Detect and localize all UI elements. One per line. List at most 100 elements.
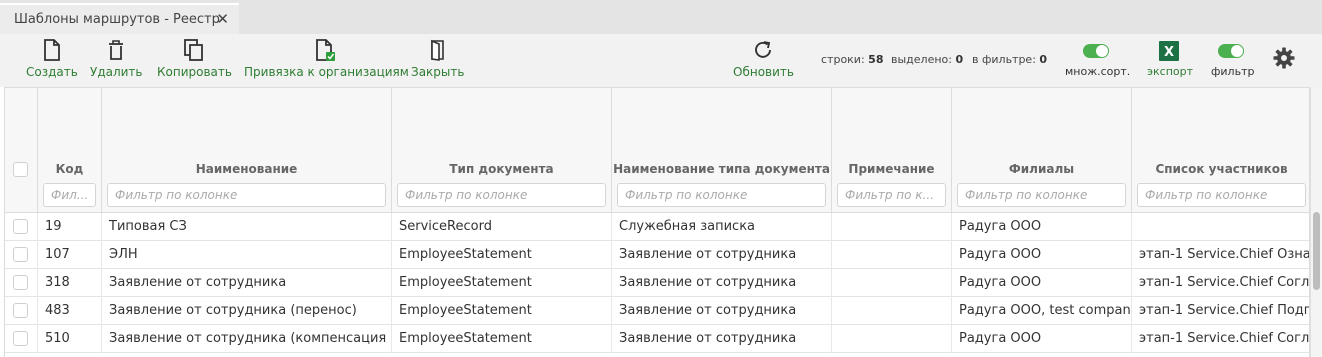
delete-button[interactable]: Удалить [90, 39, 143, 79]
header-participants[interactable]: Список участников [1132, 88, 1309, 213]
filter-input-name[interactable] [107, 183, 386, 207]
selected-value: 0 [955, 53, 964, 66]
vertical-scrollbar[interactable] [1310, 87, 1322, 357]
excel-export-button[interactable]: X [1159, 41, 1179, 65]
create-label: Создать [26, 65, 78, 79]
cell-doc-type-name: Заявление от сотрудника [612, 241, 832, 269]
delete-label: Удалить [90, 65, 143, 79]
scrollbar-thumb[interactable] [1313, 212, 1320, 290]
select-all-checkbox[interactable] [13, 162, 28, 177]
header-title: Филиалы [1008, 162, 1075, 176]
trash-icon [109, 40, 124, 60]
header-title: Наименование типа документа [613, 162, 830, 176]
table-row[interactable]: 318 Заявление от сотрудника EmployeeStatem… [5, 269, 1310, 297]
rows-value: 58 [868, 53, 884, 66]
settings-button[interactable] [1273, 47, 1295, 73]
toolbar: Создать Удалить Копировать Привязка к ор… [0, 34, 1322, 87]
rows-label: строки: [821, 53, 865, 66]
multisort-toggle[interactable] [1083, 44, 1109, 58]
cell-note [832, 269, 952, 297]
data-grid: Код Наименование Тип документа Наименова… [4, 87, 1310, 357]
filter-input-doc-type[interactable] [397, 183, 606, 207]
row-checkbox[interactable] [13, 219, 28, 234]
cell-name: Заявление от сотрудника (компенсация осн… [102, 325, 392, 353]
cell-code: 19 [38, 213, 102, 241]
bind-organizations-button[interactable]: Привязка к организациям [244, 39, 409, 79]
cell-doc-type: EmployeeStatement [392, 325, 612, 353]
header-branches[interactable]: Филиалы [952, 88, 1132, 213]
row-select-cell [5, 241, 38, 269]
cell-doc-type-name: Заявление от сотрудника [612, 269, 832, 297]
table-row[interactable]: 483 Заявление от сотрудника (перенос) Empl… [5, 297, 1309, 325]
filter-input-doc-type-name[interactable] [617, 183, 826, 207]
close-label: Закрыть [411, 65, 465, 79]
table-row[interactable]: 107 ЭЛН EmployeeStatement Заявление от сотр… [5, 241, 1310, 269]
multisort-label: множ.сорт. [1065, 65, 1131, 78]
row-select-cell [5, 297, 38, 325]
cell-doc-type-name: Заявление от сотрудника [612, 297, 832, 325]
cell-doc-type: EmployeeStatement [392, 269, 612, 297]
selected-label: выделено: [891, 53, 952, 66]
cell-doc-type: ServiceRecord [392, 213, 612, 241]
create-button[interactable]: Создать [26, 39, 78, 79]
close-icon[interactable]: ✕ [216, 12, 229, 27]
gear-icon [1273, 47, 1295, 69]
row-select-cell [5, 213, 38, 241]
grid-header: Код Наименование Тип документа Наименова… [5, 88, 1309, 213]
cell-participants: этап-1 Service.Chief Ознакомление [1139, 247, 1310, 262]
copy-button[interactable]: Копировать [157, 39, 232, 79]
cell-doc-type: EmployeeStatement [392, 297, 612, 325]
filter-input-note[interactable] [837, 183, 946, 207]
row-checkbox[interactable] [13, 331, 28, 346]
header-doc-type[interactable]: Тип документа [392, 88, 612, 213]
cell-code: 483 [38, 297, 102, 325]
bind-organizations-label: Привязка к организациям [244, 65, 409, 79]
tab-title: Шаблоны маршрутов - Реестр [14, 12, 220, 27]
filter-toggle[interactable] [1218, 44, 1244, 58]
header-note[interactable]: Примечание [832, 88, 952, 213]
header-doc-type-name[interactable]: Наименование типа документа [612, 88, 832, 213]
tab-route-templates[interactable]: Шаблоны маршрутов - Реестр ✕ [0, 3, 239, 34]
header-select-cell [5, 88, 38, 213]
filtered-count: в фильтре: 0 [972, 53, 1047, 66]
cell-participants: этап-1 Service.Chief Подписание [1139, 303, 1309, 318]
excel-icon: X [1159, 41, 1179, 61]
table-row[interactable]: 19 Типовая СЗ ServiceRecord Служебная запис… [5, 213, 1309, 241]
filtered-value: 0 [1039, 53, 1048, 66]
filter-input-branches[interactable] [957, 183, 1126, 207]
cell-note [832, 325, 952, 353]
cell-code: 318 [38, 269, 102, 297]
cell-code: 510 [38, 325, 102, 353]
cell-code: 107 [38, 241, 102, 269]
cell-name: ЭЛН [102, 241, 392, 269]
copy-icon [184, 39, 204, 61]
filter-input-participants[interactable] [1137, 183, 1306, 207]
refresh-button[interactable]: Обновить [733, 39, 794, 79]
cell-branches: Радуга ООО, test company [952, 297, 1132, 325]
refresh-label: Обновить [733, 65, 794, 79]
cell-participants: этап-1 Service.Chief Согласование [1139, 275, 1310, 290]
cell-branches: Радуга ООО [952, 325, 1132, 353]
row-checkbox[interactable] [13, 303, 28, 318]
header-title: Примечание [848, 162, 935, 176]
cell-doc-type-name: Служебная записка [612, 213, 832, 241]
new-document-icon [44, 39, 60, 61]
header-code[interactable]: Код [38, 88, 102, 213]
filter-input-code[interactable] [43, 183, 96, 207]
row-checkbox[interactable] [13, 275, 28, 290]
cell-name: Заявление от сотрудника (перенос) [102, 297, 392, 325]
cell-branches: Радуга ООО [952, 213, 1132, 241]
cell-note [832, 213, 952, 241]
cell-branches: Радуга ООО [952, 269, 1132, 297]
header-name[interactable]: Наименование [102, 88, 392, 213]
table-row[interactable]: 510 Заявление от сотрудника (компенсация … [5, 325, 1310, 353]
filter-label: фильтр [1211, 65, 1255, 78]
row-checkbox[interactable] [13, 247, 28, 262]
cell-participants: этап-1 Service.Chief Согласование [1139, 331, 1310, 346]
cell-note [832, 297, 952, 325]
filtered-label: в фильтре: [972, 53, 1036, 66]
selected-count: выделено: 0 [891, 53, 963, 66]
copy-label: Копировать [157, 65, 232, 79]
close-button[interactable]: Закрыть [411, 39, 464, 79]
cell-participants [1132, 213, 1309, 241]
